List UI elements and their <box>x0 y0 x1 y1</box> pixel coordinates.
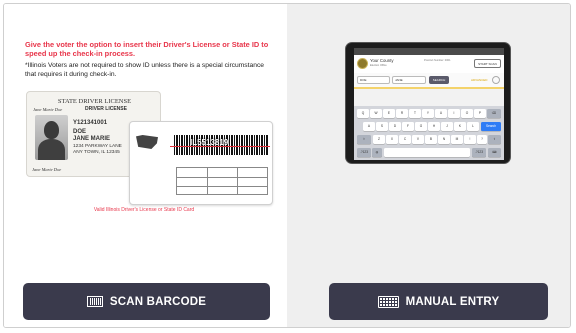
key: W <box>370 109 382 118</box>
keyboard-icon <box>377 295 399 308</box>
tablet-app-header: Your County Election Office Precinct Num… <box>354 55 504 73</box>
key: Q <box>357 109 369 118</box>
key: R <box>396 109 408 118</box>
id-note-text: *Illinois Voters are not required to sho… <box>25 62 265 78</box>
key: Z <box>373 135 385 144</box>
key: D <box>389 122 401 131</box>
tablet-app-name: Your County <box>370 58 394 63</box>
id-card-city: ANY TOWN, IL 12345 <box>73 150 120 155</box>
key: F <box>402 122 414 131</box>
id-card-number: Y121341001 <box>73 120 108 126</box>
keyboard-row-2: A S D F G H J K L Search <box>354 122 504 133</box>
shift-key-right: ⇧ <box>488 135 501 144</box>
tablet-app-sub: Election Office <box>370 64 387 67</box>
tablet-yellow-divider <box>354 87 504 89</box>
id-back-grid <box>176 167 268 195</box>
key: N <box>438 135 450 144</box>
tablet-image: Your County Election Office Precinct Num… <box>345 42 511 164</box>
backspace-key: ⌫ <box>487 109 501 118</box>
id-card-signature-bottom: Jane Marie Doe <box>32 167 62 172</box>
tablet-advanced-label: ADVANCED <box>471 78 488 82</box>
key: I <box>448 109 460 118</box>
manual-entry-button[interactable]: MANUAL ENTRY <box>329 283 548 320</box>
key: O <box>461 109 473 118</box>
id-caption: Valid Illinois Driver's License or State… <box>93 207 195 213</box>
id-card-address: 1234 PARKWAY LANE <box>73 144 122 149</box>
barcode-text: IL5513819 <box>190 138 229 147</box>
tablet-precinct: Precinct Number: 0001 <box>424 59 451 62</box>
scan-barcode-label: SCAN BARCODE <box>109 295 207 308</box>
tablet-first-name-field: JANE <box>392 76 426 84</box>
id-card-last-name: DOE <box>73 129 87 135</box>
manual-entry-label: MANUAL ENTRY <box>405 295 500 308</box>
key: L <box>467 122 479 131</box>
id-card-title: STATE DRIVER LICENSE <box>57 98 132 105</box>
key: K <box>454 122 466 131</box>
key: S <box>376 122 388 131</box>
key: ? <box>477 135 487 144</box>
tablet-search-button: SEARCH <box>429 76 449 84</box>
num-key-right: .?123 <box>472 148 486 157</box>
key: T <box>409 109 421 118</box>
tablet-last-name-field: DOE <box>357 76 390 84</box>
county-seal-icon <box>357 58 368 69</box>
keyboard-row-4: .?123 ◍ .?123 ⌨ <box>354 148 504 159</box>
key: G <box>415 122 427 131</box>
key: ! <box>464 135 476 144</box>
id-card-signature: Jane Marie Doe <box>33 107 63 112</box>
key: C <box>399 135 411 144</box>
globe-icon: ◍ <box>372 148 382 157</box>
tablet-toggle-icon <box>492 76 500 84</box>
illinois-map-icon <box>136 135 158 149</box>
shift-key: ⇧ <box>357 135 371 144</box>
tablet-search-row: DOE JANE SEARCH ADVANCED <box>354 73 504 87</box>
id-card-photo <box>35 115 68 160</box>
key: B <box>425 135 437 144</box>
keyboard-hide-icon: ⌨ <box>488 148 501 157</box>
key: E <box>383 109 395 118</box>
id-card-first-name: JANE MARIE <box>73 136 111 142</box>
key: X <box>386 135 398 144</box>
key: P <box>474 109 486 118</box>
key: V <box>412 135 424 144</box>
key: Y <box>422 109 434 118</box>
keyboard-row-3: ⇧ Z X C V B N M ! ? ⇧ <box>354 135 504 146</box>
key: U <box>435 109 447 118</box>
scan-barcode-button[interactable]: SCAN BARCODE <box>23 283 270 320</box>
instruction-text: Give the voter the option to insert thei… <box>25 40 269 58</box>
keyboard-row-1: Q W E R T Y U I O P ⌫ <box>354 109 504 120</box>
key: A <box>363 122 375 131</box>
check-in-options-panel: Give the voter the option to insert thei… <box>3 3 571 328</box>
num-key: .?123 <box>357 148 371 157</box>
tablet-start-scan: START SCAN <box>474 59 501 68</box>
search-key: Search <box>481 122 501 131</box>
manual-entry-pane: Your County Election Office Precinct Num… <box>287 4 570 327</box>
barcode-icon <box>86 296 103 307</box>
id-card-back-image: IL5513819 <box>129 121 273 205</box>
id-card-subtitle: DRIVER LICENSE <box>85 106 127 112</box>
key: J <box>441 122 453 131</box>
tablet-screen: Your County Election Office Precinct Num… <box>354 48 504 160</box>
key: H <box>428 122 440 131</box>
tablet-keyboard: Q W E R T Y U I O P ⌫ A S D F G H J K L … <box>354 106 504 160</box>
space-key <box>384 148 470 157</box>
key: M <box>451 135 463 144</box>
scan-barcode-pane: Give the voter the option to insert thei… <box>4 4 287 327</box>
tablet-status-bar <box>354 48 504 55</box>
